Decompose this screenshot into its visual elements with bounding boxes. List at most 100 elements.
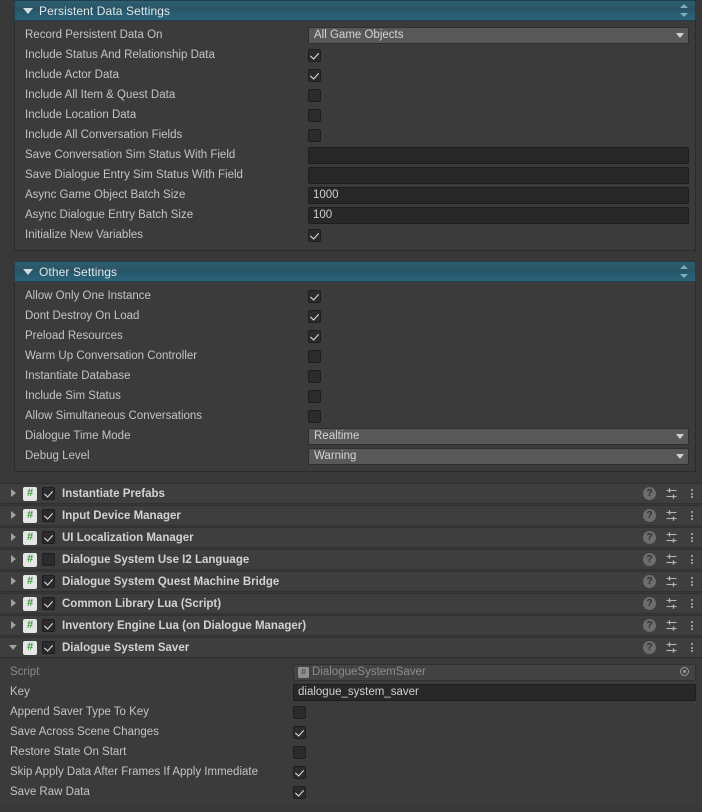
component-enable-checkbox-dialogue-system-quest-machine-bridge[interactable] [42,575,55,588]
include-all-conversation-fields-field-wrap [308,128,689,142]
chevron-right-icon[interactable] [8,510,19,521]
allow-simultaneous-conversations-checkbox[interactable] [308,409,321,423]
include-status-and-relationship-data-checkbox[interactable] [308,48,321,62]
section-header-persistent-data-settings[interactable]: Persistent Data Settings [14,0,696,21]
initialize-new-variables-checkbox[interactable] [308,228,321,242]
component-header-dialogue-system-quest-machine-bridge[interactable]: Dialogue System Quest Machine Bridge [0,571,702,592]
component-list: Instantiate Prefabs Input Device Manager U… [0,472,702,806]
preset-icon[interactable] [665,641,678,654]
async-game-object-batch-size-input[interactable]: 1000 [308,186,689,204]
kebab-menu-icon[interactable] [687,575,696,588]
preset-icon[interactable] [665,487,678,500]
include-sim-status-checkbox[interactable] [308,389,321,403]
dialogue-time-mode-dropdown[interactable]: Realtime [308,427,689,445]
chevron-right-icon[interactable] [8,532,19,543]
chevron-right-icon[interactable] [8,598,19,609]
warm-up-conversation-controller-checkbox[interactable] [308,349,321,363]
key-input[interactable]: dialogue_system_saver [293,683,696,701]
section-body-other-settings: Allow Only One Instance Dont Destroy On L… [14,282,696,472]
component-enable-checkbox-inventory-engine-lua-on-dialogue-manager[interactable] [42,619,55,632]
component-enable-checkbox-common-library-lua-script[interactable] [42,597,55,610]
help-icon[interactable] [643,619,656,632]
component-header-common-library-lua-script[interactable]: Common Library Lua (Script) [0,593,702,614]
chevron-down-icon[interactable] [8,642,19,653]
component-enable-checkbox-dialogue-system-use-i2-language[interactable] [42,553,55,566]
allow-only-one-instance-checkbox[interactable] [308,289,321,303]
sort-handle-icon[interactable] [680,4,689,17]
instantiate-database-checkbox[interactable] [308,369,321,383]
async-dialogue-entry-batch-size-input[interactable]: 100 [308,206,689,224]
component-header-input-device-manager[interactable]: Input Device Manager [0,505,702,526]
instantiate-database-field-wrap [308,369,689,383]
component-header-inventory-engine-lua-on-dialogue-manager[interactable]: Inventory Engine Lua (on Dialogue Manage… [0,615,702,636]
debug-level-dropdown[interactable]: Warning [308,447,689,465]
save-across-scene-changes-checkbox[interactable] [293,725,306,739]
kebab-menu-icon[interactable] [687,597,696,610]
component-header-ui-localization-manager[interactable]: UI Localization Manager [0,527,702,548]
preset-icon[interactable] [665,619,678,632]
help-icon[interactable] [643,641,656,654]
save-conversation-sim-status-with-field-input[interactable] [308,146,689,164]
append-saver-type-to-key-checkbox[interactable] [293,705,306,719]
property-row-include-all-conversation-fields: Include All Conversation Fields [15,125,695,145]
help-icon[interactable] [643,531,656,544]
kebab-menu-icon[interactable] [687,641,696,654]
chevron-right-icon[interactable] [8,576,19,587]
component-actions [643,619,696,632]
section-title-persistent-data-settings: Persistent Data Settings [39,3,171,18]
allow-only-one-instance-field-wrap [308,289,689,303]
restore-state-on-start-checkbox[interactable] [293,745,306,759]
component-header-instantiate-prefabs[interactable]: Instantiate Prefabs [0,483,702,504]
help-icon[interactable] [643,575,656,588]
component-enable-checkbox-instantiate-prefabs[interactable] [42,487,55,500]
component-enable-checkbox-dialogue-system-saver[interactable] [42,641,55,654]
kebab-menu-icon[interactable] [687,531,696,544]
component-header-dialogue-system-saver[interactable]: Dialogue System Saver [0,637,702,658]
preset-icon[interactable] [665,509,678,522]
preset-icon[interactable] [665,553,678,566]
include-actor-data-checkbox[interactable] [308,68,321,82]
preload-resources-checkbox[interactable] [308,329,321,343]
help-icon[interactable] [643,553,656,566]
help-icon[interactable] [643,487,656,500]
skip-apply-data-after-frames-if-apply-immediate-checkbox[interactable] [293,765,306,779]
include-location-data-checkbox[interactable] [308,108,321,122]
component-enable-checkbox-input-device-manager[interactable] [42,509,55,522]
record-persistent-data-on-dropdown[interactable]: All Game Objects [308,26,689,44]
preset-icon[interactable] [665,597,678,610]
help-icon[interactable] [643,597,656,610]
component-header-dialogue-system-use-i2-language[interactable]: Dialogue System Use I2 Language [0,549,702,570]
chevron-right-icon[interactable] [8,620,19,631]
object-picker-icon[interactable] [679,666,692,679]
section-header-other-settings[interactable]: Other Settings [14,261,696,282]
script-icon [23,640,37,655]
kebab-menu-icon[interactable] [687,553,696,566]
chevron-down-icon[interactable] [23,7,33,14]
dialogue-time-mode-dropdown-value: Realtime [314,430,360,442]
kebab-menu-icon[interactable] [687,487,696,500]
chevron-right-icon[interactable] [8,554,19,565]
include-all-conversation-fields-checkbox[interactable] [308,128,321,142]
include-all-item-quest-data-checkbox[interactable] [308,88,321,102]
preset-icon[interactable] [665,575,678,588]
kebab-menu-icon[interactable] [687,619,696,632]
save-raw-data-checkbox[interactable] [293,785,306,799]
sort-handle-icon[interactable] [680,265,689,278]
property-label-warm-up-conversation-controller: Warm Up Conversation Controller [25,350,198,362]
dont-destroy-on-load-checkbox[interactable] [308,309,321,323]
property-label-append-saver-type-to-key: Append Saver Type To Key [10,706,149,718]
async-game-object-batch-size-field-wrap: 1000 [308,186,689,204]
chevron-down-icon[interactable] [23,268,33,275]
save-dialogue-entry-sim-status-with-field-input[interactable] [308,166,689,184]
help-icon[interactable] [643,509,656,522]
component-enable-checkbox-ui-localization-manager[interactable] [42,531,55,544]
kebab-menu-icon[interactable] [687,509,696,522]
section-title-other-settings: Other Settings [39,264,118,279]
chevron-right-icon[interactable] [8,488,19,499]
property-row-skip-apply-data-after-frames-if-apply-immediate: Skip Apply Data After Frames If Apply Im… [0,762,702,782]
property-row-script: Script DialogueSystemSaver [0,662,702,682]
preset-icon[interactable] [665,531,678,544]
property-row-include-actor-data: Include Actor Data [15,65,695,85]
chevron-down-icon [676,453,684,459]
script-object-field[interactable]: DialogueSystemSaver [293,663,696,681]
